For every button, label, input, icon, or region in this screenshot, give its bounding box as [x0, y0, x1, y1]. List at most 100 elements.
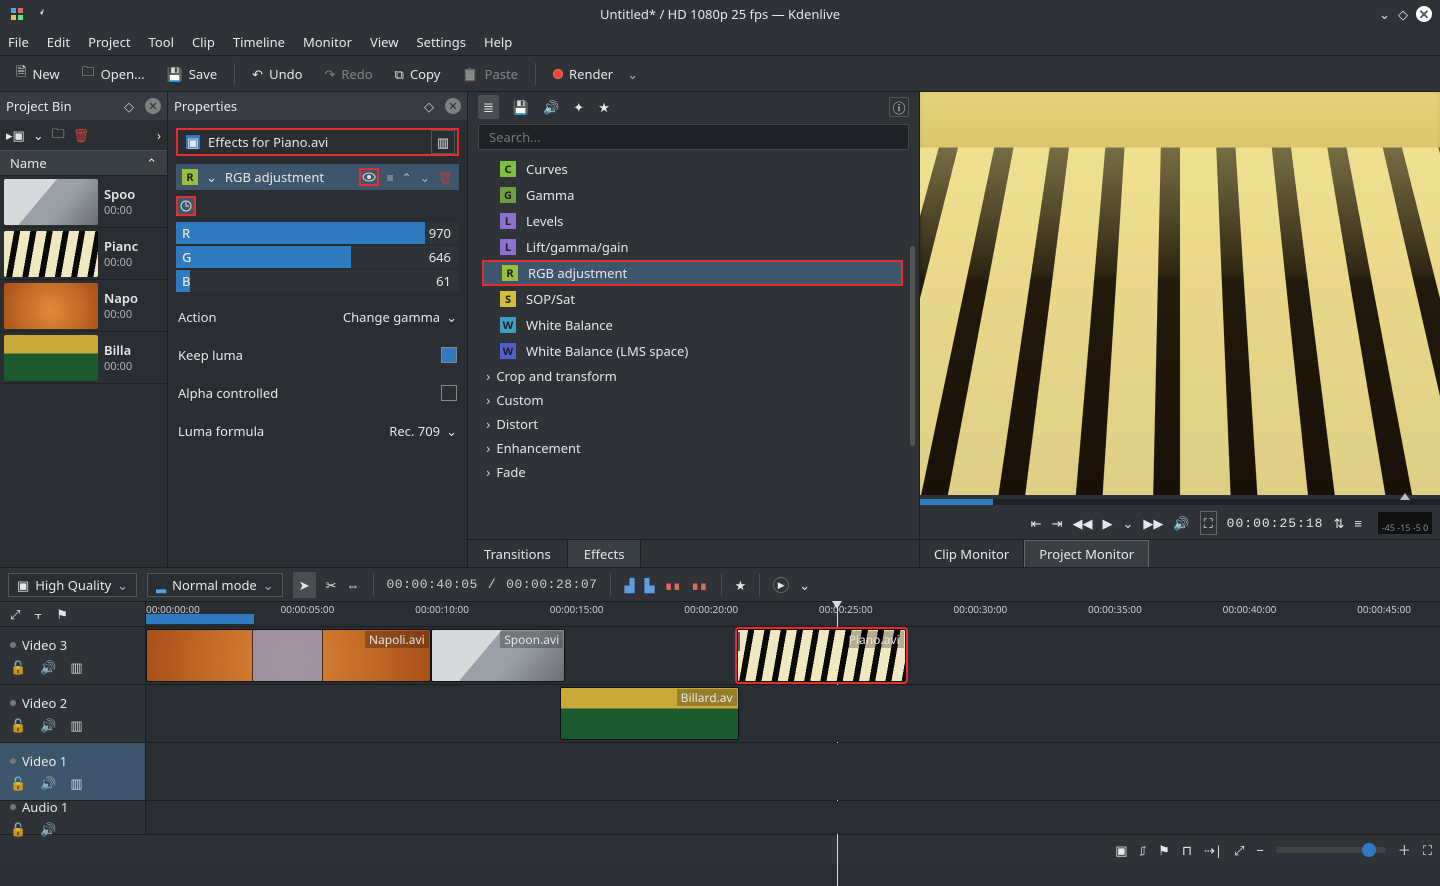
- save-icon[interactable]: 💾: [513, 98, 529, 116]
- effect-item[interactable]: WWhite Balance: [482, 312, 919, 338]
- forward-icon[interactable]: ▶▶: [1143, 514, 1163, 532]
- open-button[interactable]: 🗀Open...: [74, 58, 153, 89]
- effect-category[interactable]: Enhancement: [482, 436, 919, 460]
- fit-zoom-icon[interactable]: ⤢: [1234, 841, 1244, 859]
- bin-item[interactable]: Napo00:00: [0, 280, 167, 332]
- luma-formula-row[interactable]: Luma formula Rec. 709⌄: [178, 418, 457, 444]
- audio-icon[interactable]: 🔊: [543, 98, 559, 116]
- timeline-ruler[interactable]: 00:00:00:0000:00:05:0000:00:10:0000:00:1…: [146, 602, 1440, 626]
- info-icon[interactable]: ⓘ: [889, 97, 909, 117]
- slider-B[interactable]: B61: [176, 270, 459, 292]
- diamond-icon[interactable]: ◇: [119, 96, 139, 116]
- new-button[interactable]: 🗎New: [8, 58, 68, 89]
- scrollbar[interactable]: [910, 246, 915, 446]
- rewind-icon[interactable]: ◀◀: [1072, 514, 1092, 532]
- move-up-icon[interactable]: ⌃: [402, 169, 412, 186]
- menu-tool[interactable]: Tool: [149, 33, 174, 51]
- chevron-down-icon[interactable]: ⌄: [799, 576, 810, 594]
- updown-icon[interactable]: ⇅: [1334, 514, 1345, 532]
- tab-effects[interactable]: Effects: [568, 540, 642, 567]
- overwrite-icon[interactable]: ▙: [644, 576, 654, 594]
- track-body[interactable]: Napoli.aviSpoon.aviRGB adjustmentPiano.a…: [146, 627, 1440, 684]
- zoom-out-icon[interactable]: −: [1256, 841, 1263, 859]
- expand-icon[interactable]: ⤢: [10, 605, 20, 623]
- zone-icon[interactable]: ⇢|: [1204, 841, 1222, 859]
- monitor-scrubber[interactable]: [920, 499, 1440, 505]
- track-header[interactable]: Video 1 🔓🔊▥: [0, 743, 146, 800]
- lock-icon[interactable]: 🔓: [10, 820, 26, 838]
- star-icon[interactable]: ★: [598, 98, 610, 116]
- menu-edit[interactable]: Edit: [47, 33, 70, 51]
- zone-out-icon[interactable]: ⇥: [1052, 514, 1063, 532]
- monitor-preview[interactable]: [920, 92, 1440, 495]
- alpha-checkbox[interactable]: [441, 385, 457, 401]
- fullscreen-icon[interactable]: ⛶: [1200, 511, 1217, 535]
- tab-project-monitor[interactable]: Project Monitor: [1024, 540, 1149, 567]
- timeline-clip[interactable]: Spoon.avi: [431, 629, 566, 682]
- bin-item[interactable]: Spoo00:00: [0, 176, 167, 228]
- marker-icon[interactable]: ⚑: [56, 605, 68, 623]
- track-body[interactable]: Billard.av: [146, 685, 1440, 742]
- insert-icon[interactable]: ▟: [624, 576, 634, 594]
- track-body[interactable]: [146, 743, 1440, 800]
- menu-timeline[interactable]: Timeline: [233, 33, 285, 51]
- lock-icon[interactable]: 🔓: [10, 716, 26, 734]
- chevron-down-icon[interactable]: ⌄: [627, 65, 638, 83]
- effect-header[interactable]: R ⌄ RGB adjustment ≡ ⌃ ⌄ 🗑: [176, 164, 459, 190]
- move-down-icon[interactable]: ⌄: [420, 169, 430, 186]
- effect-icon[interactable]: ✦: [573, 98, 584, 116]
- pointer-tool-icon[interactable]: ➤: [293, 572, 316, 598]
- timeline-clip[interactable]: [252, 629, 323, 682]
- bin-item[interactable]: Billa00:00: [0, 332, 167, 384]
- razor-tool-icon[interactable]: ✂: [326, 576, 337, 594]
- effects-search-input[interactable]: [478, 124, 909, 150]
- track-header[interactable]: Video 3 🔓🔊▥: [0, 627, 146, 684]
- quality-select[interactable]: ▣High Quality⌄: [8, 573, 137, 597]
- split-view-icon[interactable]: ▥: [431, 130, 455, 154]
- snap-icon[interactable]: ⫟: [34, 605, 42, 623]
- render-button[interactable]: Render: [545, 61, 621, 87]
- lock-icon[interactable]: 🔓: [10, 774, 26, 792]
- track-body[interactable]: [146, 801, 1440, 834]
- lift-icon[interactable]: ∎∎: [691, 576, 708, 594]
- save-button[interactable]: 💾Save: [159, 61, 226, 87]
- monitor-timecode[interactable]: 00:00:25:18: [1227, 516, 1324, 531]
- timeline-clip[interactable]: Billard.av: [560, 687, 739, 740]
- favorite-icon[interactable]: ★: [735, 576, 747, 594]
- trash-icon[interactable]: 🗑: [438, 169, 453, 186]
- mode-select[interactable]: ▂Normal mode⌄: [147, 573, 283, 597]
- menu-clip[interactable]: Clip: [192, 33, 215, 51]
- thumbnail-icon[interactable]: ▣: [1115, 841, 1127, 859]
- hide-icon[interactable]: ▥: [70, 716, 82, 734]
- bin-item[interactable]: Pianc00:00: [0, 228, 167, 280]
- mute-icon[interactable]: 🔊: [40, 716, 56, 734]
- redo-button[interactable]: ↷Redo: [316, 61, 380, 87]
- close-icon[interactable]: ✕: [445, 98, 461, 114]
- lock-icon[interactable]: 🔓: [10, 658, 26, 676]
- effect-item[interactable]: LLevels: [482, 208, 919, 234]
- effect-category[interactable]: Crop and transform: [482, 364, 919, 388]
- effect-item[interactable]: SSOP/Sat: [482, 286, 919, 312]
- effect-item[interactable]: RRGB adjustment: [482, 260, 903, 286]
- audio-icon[interactable]: 🔊: [1173, 514, 1189, 532]
- effect-category[interactable]: Distort: [482, 412, 919, 436]
- extract-icon[interactable]: ∎∎: [664, 576, 681, 594]
- mute-icon[interactable]: 🔊: [40, 820, 56, 838]
- diamond-icon[interactable]: ◇: [1398, 5, 1408, 23]
- mute-icon[interactable]: 🔊: [40, 774, 56, 792]
- effect-item[interactable]: LLift/gamma/gain: [482, 234, 919, 260]
- diamond-icon[interactable]: ◇: [419, 96, 439, 116]
- view-icon[interactable]: ▸▣: [6, 126, 25, 144]
- menu-view[interactable]: View: [370, 33, 398, 51]
- preview-render-icon[interactable]: ▶: [773, 577, 789, 593]
- effect-item[interactable]: GGamma: [482, 182, 919, 208]
- pin-icon[interactable]: [34, 7, 46, 21]
- effect-item[interactable]: WWhite Balance (LMS space): [482, 338, 919, 364]
- zoom-in-icon[interactable]: ＋: [1398, 840, 1411, 859]
- track-header[interactable]: Video 2 🔓🔊▥: [0, 685, 146, 742]
- preset-button[interactable]: [176, 196, 196, 216]
- chevron-down-icon[interactable]: ⌄: [33, 126, 44, 144]
- menu-settings[interactable]: Settings: [416, 33, 465, 51]
- effect-category[interactable]: Fade: [482, 460, 919, 484]
- hide-icon[interactable]: ▥: [70, 658, 82, 676]
